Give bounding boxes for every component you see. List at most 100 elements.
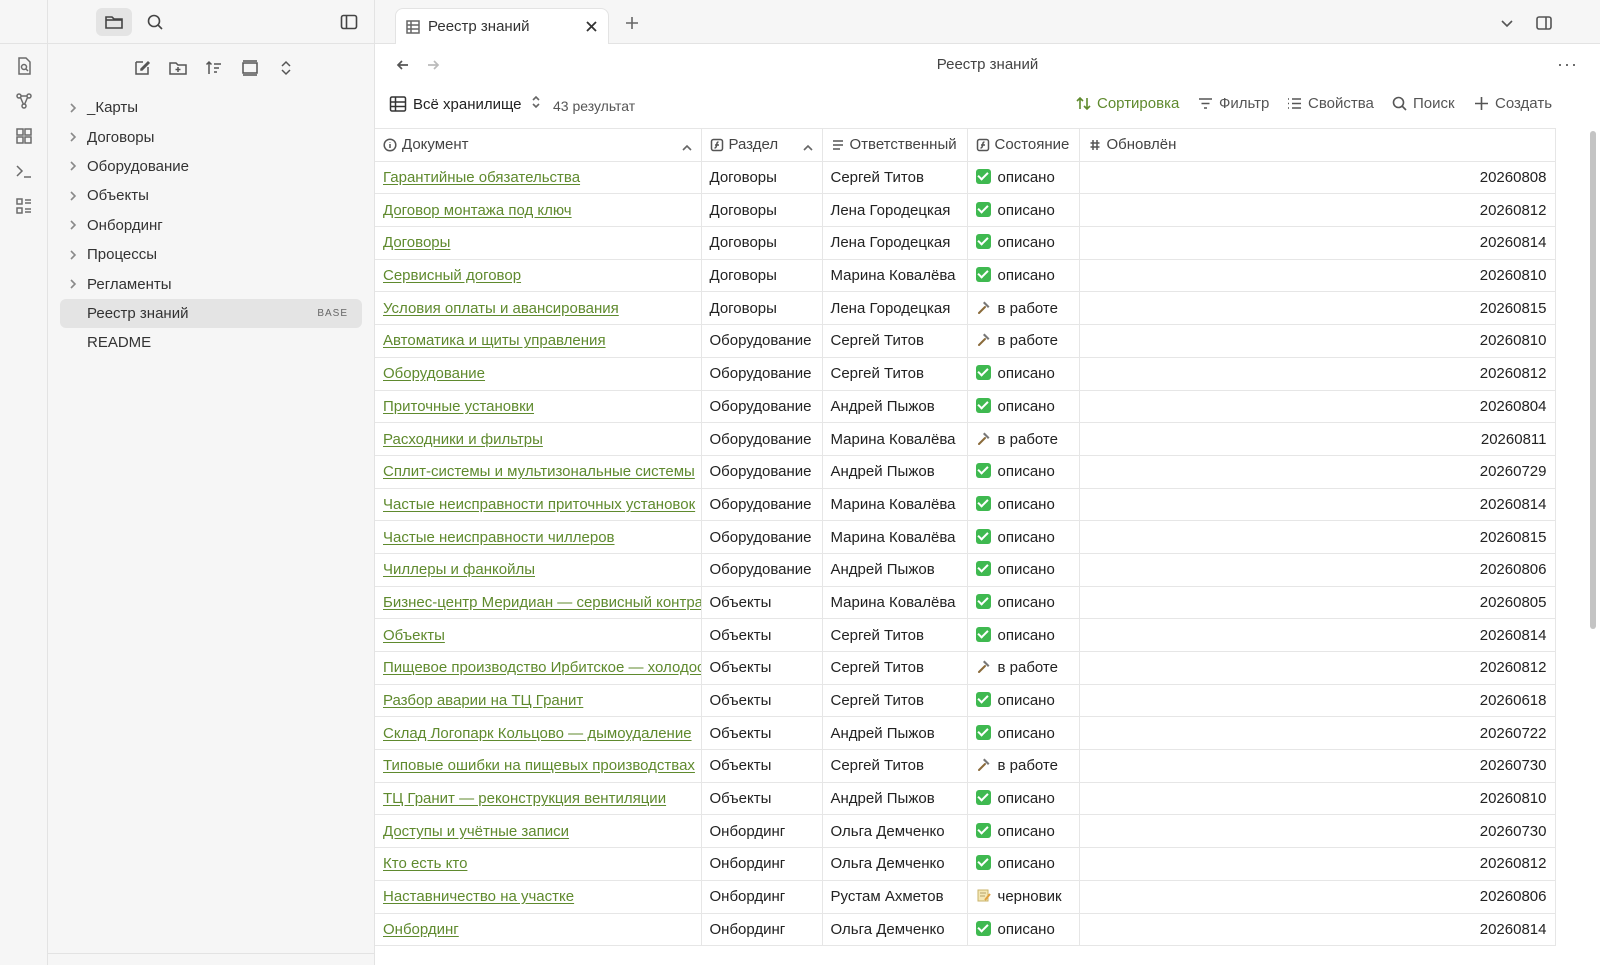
canvas-icon[interactable] <box>12 124 36 148</box>
document-link[interactable]: Сервисный договор <box>383 267 521 284</box>
table-row[interactable]: ТЦ Гранит — реконструкция вентиляции Объе… <box>375 782 1556 816</box>
document-link[interactable]: Частые неисправности приточных установок <box>383 496 695 513</box>
tree-folder[interactable]: Процессы <box>60 240 362 269</box>
tree-folder[interactable]: Договоры <box>60 122 362 151</box>
graph-view-icon[interactable] <box>12 89 36 113</box>
table-row[interactable]: Разбор аварии на ТЦ Гранит Объекты Сергей … <box>375 684 1556 718</box>
ribbon-topbar <box>0 0 47 44</box>
document-link[interactable]: Объекты <box>383 627 445 644</box>
cell-section: Объекты <box>701 716 823 751</box>
close-icon[interactable] <box>582 17 600 35</box>
document-link[interactable]: Типовые ошибки на пищевых производствах <box>383 757 695 774</box>
table-row[interactable]: Договоры Договоры Лена Городецкая описано 20… <box>375 226 1556 260</box>
document-link[interactable]: Пищевое производство Ирбитское — холодос… <box>383 659 700 676</box>
layout-icon[interactable] <box>236 54 264 82</box>
table-row[interactable]: Оборудование Оборудование Сергей Титов опис… <box>375 357 1556 391</box>
table-row[interactable]: Наставничество на участке Онбординг Рустам… <box>375 880 1556 914</box>
chevron-down-icon[interactable] <box>1496 12 1518 34</box>
document-link[interactable]: Бизнес-центр Меридиан — сервисный контра… <box>383 594 700 611</box>
vertical-scrollbar[interactable] <box>1590 131 1596 629</box>
cell-document: Сервисный договор <box>375 259 702 293</box>
column-header-status[interactable]: Состояние <box>967 128 1080 162</box>
tree-folder[interactable]: _Карты <box>60 93 362 122</box>
table-row[interactable]: Бизнес-центр Меридиан — сервисный контра… <box>375 586 1556 620</box>
document-link[interactable]: Частые неисправности чиллеров <box>383 529 615 546</box>
document-link[interactable]: Кто есть кто <box>383 855 467 872</box>
column-header-section[interactable]: Раздел <box>701 128 823 162</box>
table-row[interactable]: Пищевое производство Ирбитское — холодос… <box>375 651 1556 685</box>
table-row[interactable]: Кто есть кто Онбординг Ольга Демченко описа… <box>375 847 1556 881</box>
sort-button[interactable]: Сортировка <box>1075 95 1179 112</box>
search-icon[interactable] <box>137 8 173 36</box>
document-link[interactable]: Онбординг <box>383 921 459 938</box>
search-in-file-icon[interactable] <box>12 54 36 78</box>
table-row[interactable]: Условия оплаты и авансирования Договоры Ле… <box>375 291 1556 326</box>
column-header-document[interactable]: Документ <box>375 128 702 162</box>
properties-button[interactable]: Свойства <box>1286 95 1374 112</box>
tree-folder[interactable]: Оборудование <box>60 152 362 181</box>
document-link[interactable]: Доступы и учётные записи <box>383 823 569 840</box>
sort-icon[interactable] <box>200 54 228 82</box>
document-link[interactable]: Наставничество на участке <box>383 888 574 905</box>
table-row[interactable]: Типовые ошибки на пищевых производствах О… <box>375 749 1556 783</box>
document-link[interactable]: Чиллеры и фанкойлы <box>383 561 535 578</box>
check-mark-icon <box>975 626 991 642</box>
document-link[interactable]: Оборудование <box>383 365 485 382</box>
table-row[interactable]: Договор монтажа под ключ Договоры Лена Гор… <box>375 193 1556 228</box>
document-link[interactable]: Договор монтажа под ключ <box>383 202 572 219</box>
table-row[interactable]: Сплит-системы и мультизональные системы О… <box>375 455 1556 489</box>
view-selector[interactable]: Всё хранилище <box>389 95 542 113</box>
filter-button[interactable]: Фильтр <box>1197 95 1269 112</box>
create-button[interactable]: Создать <box>1473 95 1552 112</box>
search-button[interactable]: Поиск <box>1391 95 1455 112</box>
expand-collapse-icon[interactable] <box>272 54 300 82</box>
status-label: в работе <box>997 659 1058 677</box>
files-icon[interactable] <box>96 8 132 36</box>
table-row[interactable]: Частые неисправности чиллеров Оборудовани… <box>375 520 1556 554</box>
table-row[interactable]: Расходники и фильтры Оборудование Марина К… <box>375 422 1556 456</box>
more-options-icon[interactable]: ··· <box>1557 54 1578 75</box>
table-row[interactable]: Склад Логопарк Кольцово — дымоудаление Об… <box>375 716 1556 751</box>
tree-file[interactable]: README <box>60 328 362 357</box>
tree-folder[interactable]: Онбординг <box>60 211 362 240</box>
table-row[interactable]: Доступы и учётные записи Онбординг Ольга Д… <box>375 814 1556 849</box>
tree-file-active[interactable]: Реестр знаний BASE <box>60 298 362 329</box>
new-folder-icon[interactable] <box>164 54 192 82</box>
table-row[interactable]: Гарантийные обязательства Договоры Сергей … <box>375 161 1556 195</box>
table-row[interactable]: Частые неисправности приточных установок… <box>375 488 1556 522</box>
terminal-icon[interactable] <box>12 159 36 183</box>
new-note-icon[interactable] <box>128 54 156 82</box>
table-row[interactable]: Онбординг Онбординг Ольга Демченко описано 2… <box>375 913 1556 947</box>
sidebar-toggle-icon[interactable] <box>331 8 367 36</box>
table-row[interactable]: Чиллеры и фанкойлы Оборудование Андрей Пыж… <box>375 553 1556 587</box>
document-link[interactable]: ТЦ Гранит — реконструкция вентиляции <box>383 790 666 807</box>
cell-status: описано <box>967 684 1080 718</box>
table-row[interactable]: Сервисный договор Договоры Марина Ковалёва… <box>375 259 1556 293</box>
document-link[interactable]: Сплит-системы и мультизональные системы <box>383 463 695 480</box>
document-link[interactable]: Расходники и фильтры <box>383 431 543 448</box>
tree-folder[interactable]: Объекты <box>60 181 362 210</box>
cell-status: в работе <box>967 749 1080 783</box>
chevron-right-icon <box>60 160 86 172</box>
document-link[interactable]: Гарантийные обязательства <box>383 169 580 186</box>
right-sidebar-toggle-icon[interactable] <box>1533 12 1555 34</box>
table-row[interactable]: Автоматика и щиты управления Оборудование… <box>375 324 1556 358</box>
table-row[interactable]: Объекты Объекты Сергей Титов описано 2026081… <box>375 618 1556 652</box>
column-header-owner[interactable]: Ответственный <box>822 128 968 162</box>
tab-registry[interactable]: Реестр знаний <box>395 8 609 44</box>
cell-updated: 20260815 <box>1079 520 1556 554</box>
cell-owner: Марина Ковалёва <box>822 520 968 554</box>
column-header-updated[interactable]: Обновлён <box>1079 128 1556 162</box>
table-row[interactable]: Приточные установки Оборудование Андрей Пы… <box>375 390 1556 424</box>
cell-updated: 20260618 <box>1079 684 1556 718</box>
chevron-right-icon <box>60 278 86 290</box>
document-link[interactable]: Условия оплаты и авансирования <box>383 300 619 317</box>
document-link[interactable]: Автоматика и щиты управления <box>383 332 606 349</box>
document-link[interactable]: Склад Логопарк Кольцово — дымоудаление <box>383 725 692 742</box>
new-tab-icon[interactable] <box>621 12 643 34</box>
document-link[interactable]: Приточные установки <box>383 398 534 415</box>
tree-folder[interactable]: Регламенты <box>60 269 362 298</box>
bases-icon[interactable] <box>12 194 36 218</box>
document-link[interactable]: Разбор аварии на ТЦ Гранит <box>383 692 583 709</box>
document-link[interactable]: Договоры <box>383 234 450 251</box>
